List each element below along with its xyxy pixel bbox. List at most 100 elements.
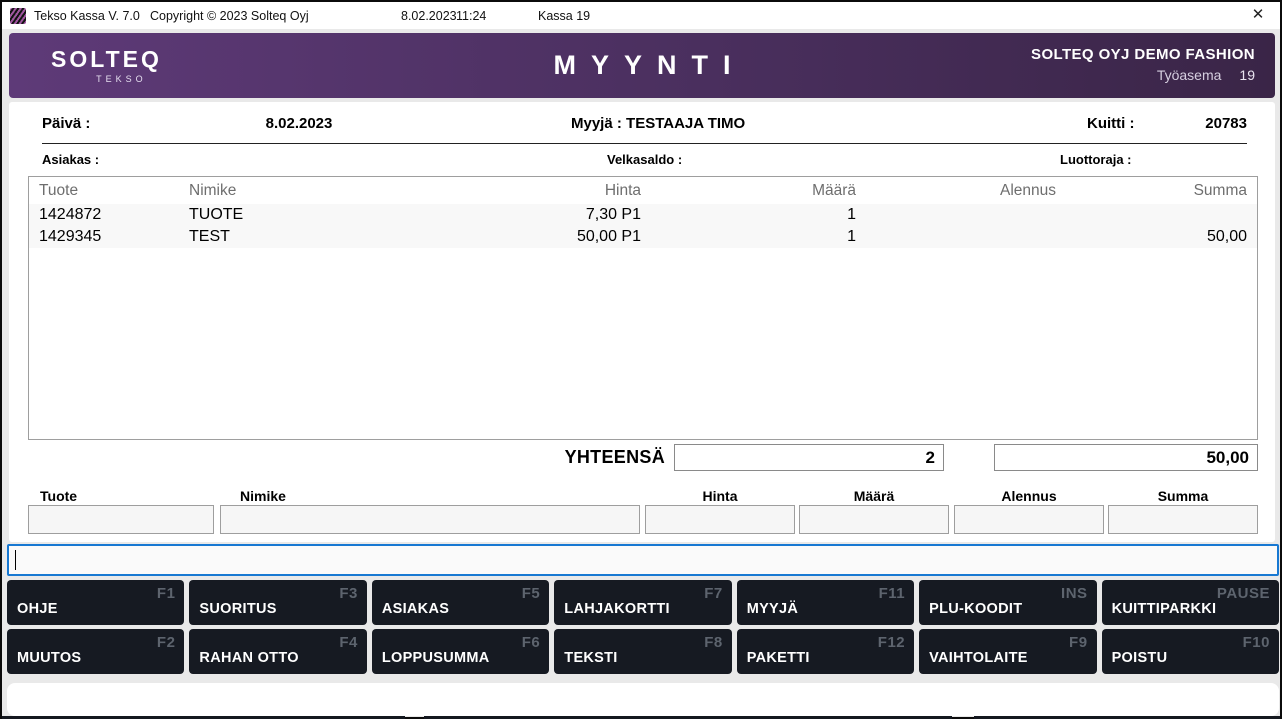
- button-loppusumma[interactable]: LOPPUSUMMA F6: [372, 629, 549, 674]
- receipt-label: Kuitti :: [1087, 115, 1134, 132]
- button-hotkey: F7: [704, 585, 723, 602]
- hinta-input[interactable]: [645, 505, 795, 534]
- button-label: TEKSTI: [564, 650, 617, 666]
- button-plu-koodit[interactable]: PLU-KOODIT INS: [919, 580, 1096, 625]
- titlebar: Tekso Kassa V. 7.0 Copyright © 2023 Solt…: [2, 2, 1280, 29]
- cell-summa: 50,00: [1056, 228, 1247, 246]
- entry-label-nimike: Nimike: [240, 488, 286, 504]
- button-label: SUORITUS: [199, 601, 276, 617]
- entry-label-summa: Summa: [1108, 488, 1258, 504]
- entry-label-maara: Määrä: [799, 488, 949, 504]
- cell-tuote: 1429345: [39, 228, 189, 246]
- button-hotkey: F4: [339, 634, 358, 651]
- button-paketti[interactable]: PAKETTI F12: [737, 629, 914, 674]
- cell-hinta: 50,00 P1: [469, 228, 641, 246]
- button-label: RAHAN OTTO: [199, 650, 298, 666]
- button-hotkey: F8: [704, 634, 723, 651]
- button-hotkey: F11: [879, 585, 906, 602]
- button-label: VAIHTOLAITE: [929, 650, 1028, 666]
- button-hotkey: F9: [1069, 634, 1088, 651]
- sale-lines-table[interactable]: Tuote Nimike Hinta Määrä Alennus Summa 1…: [28, 176, 1258, 440]
- receipt-number: 20783: [1137, 115, 1247, 132]
- button-label: ASIAKAS: [382, 601, 449, 617]
- titlebar-time: 11:24: [456, 9, 486, 23]
- button-label: POISTU: [1112, 650, 1168, 666]
- alennus-input[interactable]: [954, 505, 1104, 534]
- button-asiakas[interactable]: ASIAKAS F5: [372, 580, 549, 625]
- seller-group: Myyjä : TESTAAJA TIMO: [571, 115, 745, 132]
- cell-hinta: 7,30 P1: [469, 206, 641, 224]
- credit-limit-label: Luottoraja :: [1060, 152, 1132, 167]
- col-header-alennus: Alennus: [856, 182, 1056, 200]
- tuote-input[interactable]: [28, 505, 214, 534]
- button-teksti[interactable]: TEKSTI F8: [554, 629, 731, 674]
- titlebar-date: 8.02.2023: [401, 9, 457, 23]
- customer-label: Asiakas :: [42, 152, 99, 167]
- col-header-summa: Summa: [1056, 182, 1247, 200]
- cell-tuote: 1424872: [39, 206, 189, 224]
- button-label: MUUTOS: [17, 650, 81, 666]
- maara-input[interactable]: [799, 505, 949, 534]
- total-label: YHTEENSÄ: [479, 447, 665, 468]
- table-row[interactable]: 1429345 TEST 50,00 P1 1 50,00: [29, 226, 1257, 248]
- button-label: PLU-KOODIT: [929, 601, 1022, 617]
- cell-nimike: TUOTE: [189, 206, 469, 224]
- receipt-info-row: Päivä : 8.02.2023 Myyjä : TESTAAJA TIMO …: [9, 115, 1275, 135]
- nimike-input[interactable]: [220, 505, 640, 534]
- col-header-nimike: Nimike: [189, 182, 469, 200]
- button-myyja[interactable]: MYYJÄ F11: [737, 580, 914, 625]
- message-strip: [7, 683, 1279, 716]
- cell-maara: 1: [641, 228, 856, 246]
- button-muutos[interactable]: MUUTOS F2: [7, 629, 184, 674]
- table-row[interactable]: 1424872 TUOTE 7,30 P1 1: [29, 204, 1257, 226]
- button-rahan-otto[interactable]: RAHAN OTTO F4: [189, 629, 366, 674]
- button-ohje[interactable]: OHJE F1: [7, 580, 184, 625]
- button-kuittiparkki[interactable]: KUITTIPARKKI PAUSE: [1102, 580, 1279, 625]
- workstation-number: 19: [1239, 67, 1255, 83]
- total-quantity: 2: [674, 444, 944, 471]
- workstation-row: Työasema 19: [1031, 67, 1255, 83]
- button-label: LOPPUSUMMA: [382, 650, 490, 666]
- close-icon[interactable]: ✕: [1248, 5, 1268, 25]
- button-label: PAKETTI: [747, 650, 810, 666]
- function-button-grid: OHJE F1 SUORITUS F3 ASIAKAS F5 LAHJAKORT…: [7, 580, 1279, 674]
- workstation-label: Työasema: [1157, 67, 1222, 83]
- app-icon: [10, 8, 26, 24]
- button-label: LAHJAKORTTI: [564, 601, 670, 617]
- button-hotkey: F12: [878, 634, 905, 651]
- store-info: SOLTEQ OYJ DEMO FASHION Työasema19: [1031, 46, 1255, 83]
- button-hotkey: F2: [157, 634, 176, 651]
- button-hotkey: F5: [522, 585, 541, 602]
- header-banner: SOLTEQ TEKSO MYYNTI SOLTEQ OYJ DEMO FASH…: [9, 33, 1275, 98]
- pos-window: Tekso Kassa V. 7.0 Copyright © 2023 Solt…: [0, 0, 1282, 719]
- entry-label-hinta: Hinta: [645, 488, 795, 504]
- button-hotkey: F10: [1243, 634, 1270, 651]
- entry-label-tuote: Tuote: [40, 488, 77, 504]
- copyright-text: Copyright © 2023 Solteq Oyj: [150, 9, 309, 23]
- button-label: KUITTIPARKKI: [1112, 601, 1217, 617]
- col-header-tuote: Tuote: [39, 182, 189, 200]
- register-number: Kassa 19: [538, 9, 590, 23]
- summa-input[interactable]: [1108, 505, 1258, 534]
- button-hotkey: F3: [339, 585, 358, 602]
- sale-panel: Päivä : 8.02.2023 Myyjä : TESTAAJA TIMO …: [9, 102, 1275, 542]
- divider: [42, 143, 1247, 144]
- text-caret: [15, 550, 16, 570]
- entry-label-alennus: Alennus: [954, 488, 1104, 504]
- command-input[interactable]: [7, 544, 1279, 576]
- button-suoritus[interactable]: SUORITUS F3: [189, 580, 366, 625]
- table-header: Tuote Nimike Hinta Määrä Alennus Summa: [29, 177, 1257, 204]
- app-title: Tekso Kassa V. 7.0: [34, 9, 140, 23]
- button-vaihtolaite[interactable]: VAIHTOLAITE F9: [919, 629, 1096, 674]
- cell-nimike: TEST: [189, 228, 469, 246]
- button-lahjakortti[interactable]: LAHJAKORTTI F7: [554, 580, 731, 625]
- col-header-maara: Määrä: [641, 182, 856, 200]
- button-hotkey: F6: [522, 634, 541, 651]
- balance-label: Velkasaldo :: [607, 152, 682, 167]
- button-poistu[interactable]: POISTU F10: [1102, 629, 1279, 674]
- button-hotkey: PAUSE: [1217, 585, 1270, 602]
- total-amount: 50,00: [994, 444, 1258, 471]
- cell-maara: 1: [641, 206, 856, 224]
- button-hotkey: INS: [1061, 585, 1088, 602]
- date-value: 8.02.2023: [209, 115, 389, 132]
